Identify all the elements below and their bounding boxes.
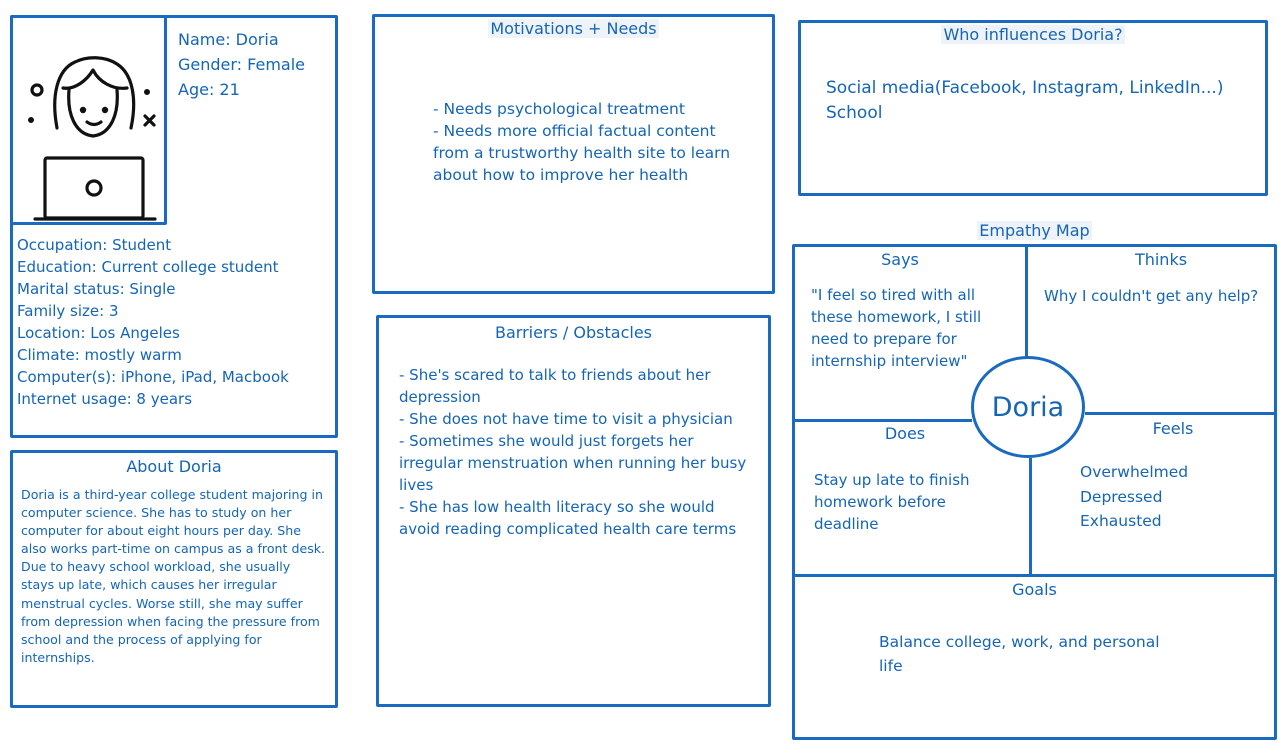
says-line: internship interview"	[811, 352, 968, 370]
detail-internet-usage: Internet usage: 8 years	[17, 390, 193, 408]
goals-text: Balance college, work, and personal life	[879, 630, 1160, 678]
avatar-illustration	[28, 56, 157, 221]
influences-text: Social media(Facebook, Instagram, Linked…	[826, 76, 1223, 126]
about-line: Doria is a third-year college student ma…	[21, 487, 323, 502]
does-line: deadline	[814, 515, 879, 533]
about-line: Due to heavy school workload, she usuall…	[21, 559, 291, 575]
detail-occupation: Occupation: Student	[17, 236, 172, 254]
thinks-line: Why I couldn't get any help?	[1044, 287, 1259, 305]
goals-line: Balance college, work, and personal	[879, 633, 1160, 651]
about-title: About Doria	[126, 457, 222, 476]
motivations-title: Motivations + Needs	[488, 19, 659, 38]
detail-location: Location: Los Angeles	[17, 324, 180, 342]
does-text: Stay up late to finish homework before d…	[814, 469, 970, 535]
profile-name: Name: Doria	[178, 30, 279, 49]
empathy-divider-vertical-bottom	[1029, 458, 1032, 576]
detail-family-size: Family size: 3	[17, 302, 119, 320]
goals-line: life	[879, 657, 903, 675]
profile-gender: Gender: Female	[178, 55, 306, 74]
barrier-line: avoid reading complicated health care te…	[399, 520, 737, 538]
barriers-title: Barriers / Obstacles	[494, 323, 652, 342]
influences-card: Who influences Doria? Social media(Faceb…	[798, 20, 1268, 196]
feels-text: Overwhelmed Depressed Exhausted	[1080, 460, 1188, 534]
thinks-label: Thinks	[1134, 250, 1188, 269]
feels-line: Exhausted	[1080, 512, 1162, 530]
motivation-line: - Needs psychological treatment	[433, 100, 685, 118]
about-text: Doria is a third-year college student ma…	[21, 486, 325, 667]
about-line: stays up late, which causes her irregula…	[21, 577, 277, 593]
motivations-text: - Needs psychological treatment - Needs …	[433, 98, 730, 186]
barrier-line: irregular menstruation when running her …	[399, 454, 747, 472]
about-card: About Doria Doria is a third-year colleg…	[10, 450, 338, 708]
barrier-line: depression	[399, 388, 481, 406]
motivations-card: Motivations + Needs - Needs psychologica…	[372, 14, 775, 294]
barriers-text: - She's scared to talk to friends about …	[399, 364, 746, 540]
barrier-line: lives	[399, 476, 434, 494]
says-label: Says	[881, 250, 919, 269]
says-line: need to prepare for	[811, 330, 957, 348]
profile-details: Occupation: Student Education: Current c…	[17, 234, 289, 410]
feels-label: Feels	[1152, 419, 1194, 438]
does-label: Does	[884, 424, 926, 443]
says-line: these homework, I still	[811, 308, 982, 326]
about-line: school and the process of applying for	[21, 631, 262, 647]
says-line: "I feel so tired with all	[811, 286, 976, 304]
influence-line: School	[826, 103, 883, 123]
feels-line: Overwhelmed	[1080, 463, 1189, 481]
detail-marital-status: Marital status: Single	[17, 280, 176, 298]
empathy-center-label: Doria	[991, 391, 1065, 423]
influence-line: Social media(Facebook, Instagram, Linked…	[826, 78, 1224, 98]
feels-line: Depressed	[1080, 487, 1163, 506]
about-line: also works part-time on campus as a fron…	[21, 541, 326, 557]
goals-label: Goals	[1012, 580, 1057, 599]
motivation-line: from a trustworthy health site to learn	[433, 144, 731, 162]
profile-age: Age: 21	[178, 80, 240, 99]
about-line: computer for about eight hours per day. …	[21, 523, 301, 539]
detail-education: Education: Current college student	[17, 258, 279, 276]
says-text: "I feel so tired with all these homework…	[811, 284, 981, 372]
barrier-line: - She does not have time to visit a phys…	[399, 410, 733, 428]
about-line: computer science. She has to study on he…	[21, 505, 292, 521]
motivation-line: about how to improve her health	[433, 166, 689, 184]
barrier-line: - She has low health literacy so she wou…	[399, 498, 715, 516]
empathy-divider-right	[1085, 412, 1277, 415]
influences-title: Who influences Doria?	[941, 25, 1125, 44]
detail-climate: Climate: mostly warm	[17, 346, 182, 364]
motivation-line: - Needs more official factual content	[433, 122, 716, 140]
about-line: from depression when facing the pressure…	[21, 613, 320, 629]
about-line: menstrual cycles. Worse still, she may s…	[21, 595, 303, 611]
about-line: internships.	[21, 649, 95, 665]
avatar	[10, 15, 167, 225]
empathy-divider-left	[792, 419, 972, 422]
empathy-divider-vertical-top	[1025, 244, 1028, 358]
empathy-map-title: Empathy Map	[977, 221, 1092, 240]
does-line: Stay up late to finish	[814, 471, 970, 489]
thinks-text: Why I couldn't get any help?	[1044, 285, 1258, 307]
does-line: homework before	[814, 493, 946, 511]
barriers-card: Barriers / Obstacles - She's scared to t…	[376, 315, 771, 707]
barrier-line: - She's scared to talk to friends about …	[399, 366, 711, 384]
empathy-divider-goals	[792, 574, 1277, 577]
barrier-line: - Sometimes she would just forgets her	[399, 432, 694, 450]
detail-computers: Computer(s): iPhone, iPad, Macbook	[17, 368, 289, 386]
